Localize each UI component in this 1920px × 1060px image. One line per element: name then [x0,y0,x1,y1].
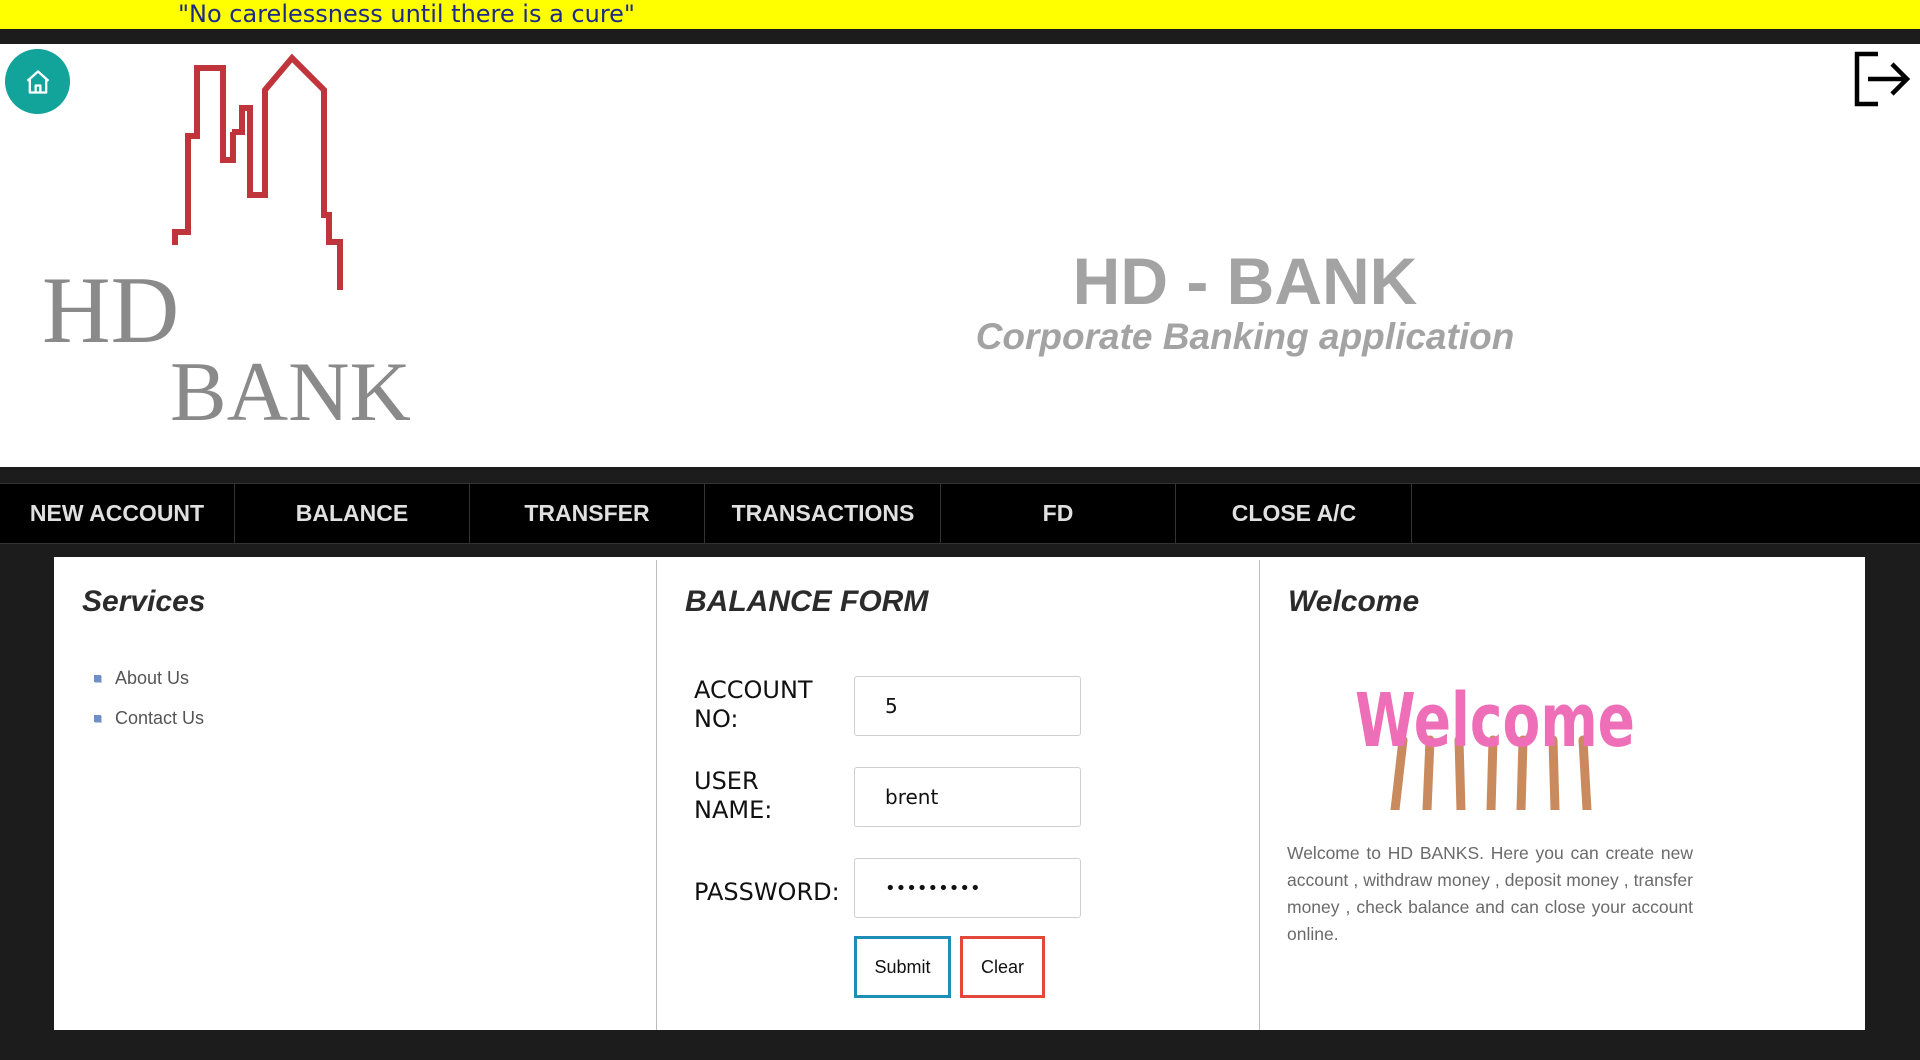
logo-bank-text: BANK [170,345,411,420]
welcome-title: Welcome [1288,585,1420,618]
bank-subtitle: Corporate Banking application [975,316,1515,357]
password-input[interactable]: ••••••••• [854,858,1081,918]
nav-close-account[interactable]: CLOSE A/C [1177,484,1412,543]
clear-button[interactable]: Clear [960,936,1045,998]
username-input[interactable]: brent [854,767,1081,827]
contact-us-label: Contact Us [115,708,205,728]
form-title: BALANCE FORM [685,585,929,618]
header-divider [0,29,1920,44]
logo-hd-text: HD [42,257,179,363]
nav-new-account[interactable]: NEW ACCOUNT [0,484,235,543]
submit-button[interactable]: Submit [854,936,951,998]
services-list: About Us Contact Us [94,658,204,738]
nav-fd[interactable]: FD [941,484,1176,543]
quote-text: "No carelessness until there is a cure" [178,0,635,28]
services-title: Services [82,585,206,618]
nav-balance[interactable]: BALANCE [235,484,470,543]
bank-title: HD - BANK [1072,244,1418,318]
contact-us-link[interactable]: Contact Us [94,698,204,738]
welcome-panel: Welcome Welcome Welcome to HD BANKS. Her… [1260,560,1865,1030]
logout-icon [1854,51,1911,107]
nav-transfer[interactable]: TRANSFER [470,484,705,543]
bullet-icon [94,674,101,682]
quote-banner: "No carelessness until there is a cure" [0,0,1920,29]
logout-button[interactable] [1852,49,1912,109]
username-label: USER NAME: [694,767,773,824]
account-no-label: ACCOUNT NO: [694,676,813,733]
site-header: HD BANK HD - BANK Corporate Banking appl… [0,44,1920,467]
welcome-description: Welcome to HD BANKS. Here you can create… [1287,843,1693,944]
balance-form-panel: BALANCE FORM ACCOUNT NO: 5 USER NAME: br… [657,560,1260,1030]
account-no-input[interactable]: 5 [854,676,1081,736]
bullet-icon [94,714,101,722]
main-content: Services About Us Contact Us BALANCE FOR… [54,557,1865,1030]
about-us-link[interactable]: About Us [94,658,204,698]
nav-transactions[interactable]: TRANSACTIONS [706,484,941,543]
welcome-image-text: Welcome [1355,678,1635,764]
about-us-label: About Us [115,668,190,688]
main-nav: NEW ACCOUNT BALANCE TRANSFER TRANSACTION… [0,483,1920,544]
services-panel: Services About Us Contact Us [54,560,657,1030]
password-label: PASSWORD: [694,878,840,906]
hd-bank-logo: HD BANK [42,53,411,420]
welcome-image: Welcome [1355,678,1635,810]
